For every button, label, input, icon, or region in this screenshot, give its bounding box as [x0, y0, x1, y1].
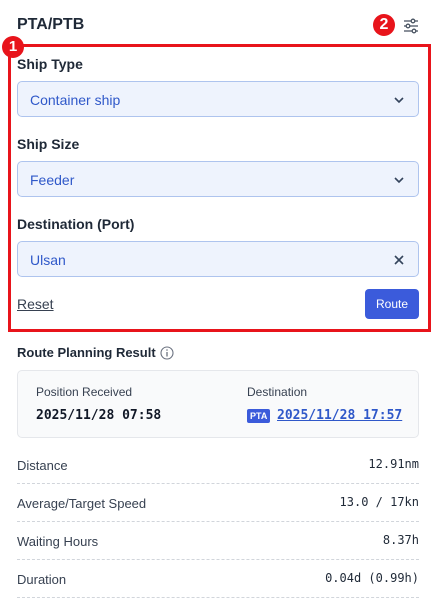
result-row-distance: Distance 12.91nm: [17, 446, 419, 484]
info-icon[interactable]: [160, 346, 174, 360]
row-value: 8.37h: [382, 533, 419, 547]
reset-link[interactable]: Reset: [17, 296, 54, 312]
panel-header: PTA/PTB 2: [17, 14, 420, 38]
settings-sliders-icon[interactable]: [402, 17, 420, 35]
destination-value: Ulsan: [30, 252, 66, 268]
ship-size-label: Ship Size: [17, 136, 80, 152]
row-value: 13.0 / 17kn: [339, 495, 419, 509]
annotation-badge-2: 2: [373, 14, 395, 36]
row-label: Duration: [17, 572, 67, 587]
destination-time-link[interactable]: 2025/11/28 17:57: [277, 408, 402, 423]
result-row-waiting: Waiting Hours 8.37h: [17, 522, 419, 560]
ship-size-value: Feeder: [30, 172, 75, 188]
row-value: 0.04d (0.99h): [325, 571, 419, 585]
destination-input[interactable]: Ulsan: [17, 241, 419, 277]
result-card: Position Received 2025/11/28 07:58 Desti…: [17, 370, 419, 438]
route-button[interactable]: Route: [365, 289, 419, 319]
result-row-speed: Average/Target Speed 13.0 / 17kn: [17, 484, 419, 522]
position-received-label: Position Received: [36, 385, 133, 399]
pta-tag: PTA: [247, 409, 271, 423]
ship-size-select[interactable]: Feeder: [17, 161, 419, 197]
row-label: Distance: [17, 458, 68, 473]
ship-type-label: Ship Type: [17, 56, 83, 72]
panel-title: PTA/PTB: [17, 16, 85, 33]
chevron-down-icon: [394, 97, 404, 104]
row-value: 12.91nm: [368, 457, 419, 471]
destination-result-label: Destination: [247, 385, 308, 399]
row-label: Waiting Hours: [17, 534, 99, 549]
annotation-badge-1: 1: [2, 36, 24, 58]
result-title: Route Planning Result: [17, 345, 156, 360]
destination-label: Destination (Port): [17, 216, 135, 232]
result-row-duration: Duration 0.04d (0.99h): [17, 560, 419, 598]
position-received-value: 2025/11/28 07:58: [36, 408, 162, 423]
ship-type-select[interactable]: Container ship: [17, 81, 419, 117]
row-label: Average/Target Speed: [17, 496, 147, 511]
chevron-down-icon: [394, 177, 404, 184]
ship-type-value: Container ship: [30, 92, 121, 108]
close-icon[interactable]: [392, 253, 406, 267]
